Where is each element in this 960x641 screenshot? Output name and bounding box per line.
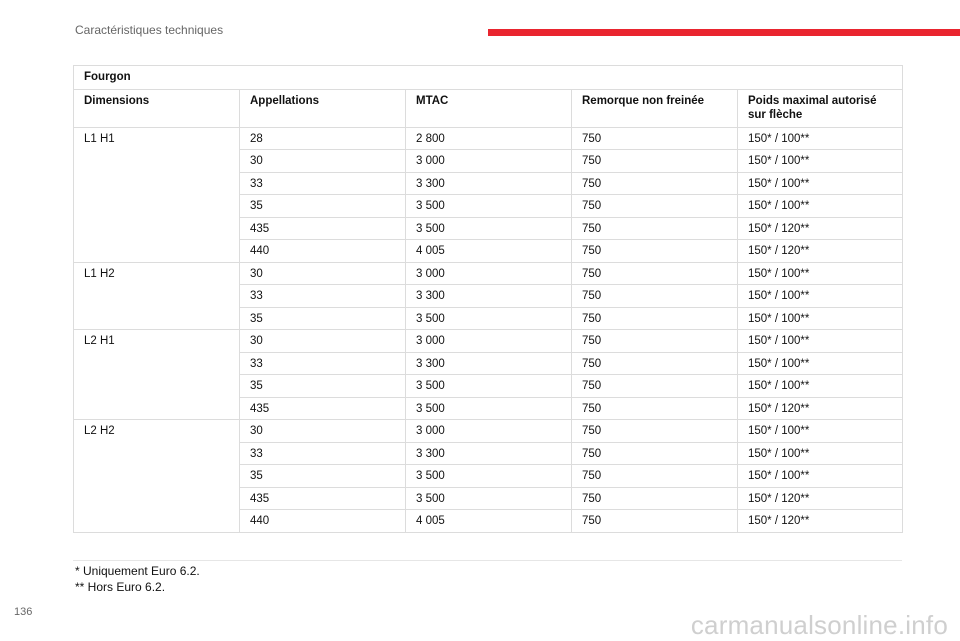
table-body: L1 H1 28 2 800 750 150* / 100** 30 3 000 750 150… [73,126,904,533]
page-number: 136 [14,606,33,618]
column-header: Remorque non freinée [571,88,738,128]
table-cell: 150* / 120** [736,239,904,263]
table-cell: 150* / 100** [736,464,904,488]
table-cell: 750 [571,216,738,240]
table-cell: 4 005 [405,509,572,533]
table-cell: 4 005 [405,239,572,263]
table-cell: 750 [571,261,738,285]
table-cell: 150* / 100** [736,194,904,218]
table-cell: 750 [571,194,738,218]
table-cell: 750 [571,441,738,465]
table-row: L2 H1 30 3 000 750 150* / 100** [73,329,904,420]
table-cell: 750 [571,464,738,488]
table-cell: 750 [571,306,738,330]
table-cell: 750 [571,396,738,420]
table-cell: 150* / 120** [736,486,904,510]
table-cell: 150* / 100** [736,419,904,443]
table-cell: 750 [571,126,738,150]
table-cell: 750 [571,171,738,195]
table-cell: 750 [571,284,738,308]
table-cell: 150* / 120** [736,396,904,420]
spec-table: Fourgon Dimensions Appellations MTAC Rem… [72,65,904,533]
table-cell: 33 [239,351,406,375]
table-cell: 750 [571,419,738,443]
column-header: Poids maximal autorisé sur flèche [736,88,904,128]
table-cell: 2 800 [405,126,572,150]
table-cell: 3 300 [405,351,572,375]
table-cell: 3 300 [405,284,572,308]
table-cell: 3 300 [405,171,572,195]
table-cell: 750 [571,149,738,173]
table-cell: 30 [239,149,406,173]
table-cell: 750 [571,351,738,375]
table-cell: 150* / 100** [736,171,904,195]
table-cell: 750 [571,239,738,263]
footnotes: * Uniquement Euro 6.2. ** Hors Euro 6.2. [75,564,200,595]
column-header: Dimensions [73,88,240,128]
dimension-cell: L2 H2 [73,419,240,533]
table-cell: 150* / 100** [736,329,904,353]
footnote: * Uniquement Euro 6.2. [75,564,200,578]
table-cell: 33 [239,284,406,308]
column-header: MTAC [405,88,572,128]
table-cell: 3 500 [405,194,572,218]
column-header: Appellations [239,88,406,128]
dimension-cell: L1 H1 [73,126,240,263]
table-cell: 30 [239,329,406,353]
table-cell: 435 [239,396,406,420]
table-cell: 150* / 100** [736,149,904,173]
table-cell: 150* / 100** [736,306,904,330]
table-cell: 33 [239,171,406,195]
table-cell: 3 500 [405,396,572,420]
dimension-cell: L2 H1 [73,329,240,420]
accent-bar [488,29,960,36]
section-title: Caractéristiques techniques [75,23,224,37]
table-title: Fourgon [72,65,904,90]
table-cell: 440 [239,509,406,533]
table-cell: 3 000 [405,261,572,285]
table-cell: 3 500 [405,486,572,510]
table-cell: 3 500 [405,306,572,330]
table-cell: 150* / 100** [736,261,904,285]
table-cell: 750 [571,374,738,398]
table-cell: 35 [239,464,406,488]
table-cell: 28 [239,126,406,150]
table-cell: 30 [239,419,406,443]
table-cell: 30 [239,261,406,285]
table-cell: 3 300 [405,441,572,465]
table-cell: 150* / 100** [736,441,904,465]
table-header-row: Dimensions Appellations MTAC Remorque no… [73,88,904,128]
table-cell: 435 [239,216,406,240]
table-cell: 3 500 [405,464,572,488]
table-cell: 150* / 100** [736,351,904,375]
table-cell: 35 [239,306,406,330]
table-cell: 150* / 120** [736,216,904,240]
table-cell: 3 000 [405,419,572,443]
table-cell: 3 000 [405,329,572,353]
table-cell: 3 500 [405,216,572,240]
table-cell: 3 500 [405,374,572,398]
table-cell: 750 [571,509,738,533]
table-cell: 440 [239,239,406,263]
dimension-cell: L1 H2 [73,261,240,330]
table-cell: 3 000 [405,149,572,173]
table-cell: 150* / 120** [736,509,904,533]
table-cell: 35 [239,194,406,218]
table-cell: 435 [239,486,406,510]
divider [73,560,902,561]
table-row: L2 H2 30 3 000 750 150* / 100** [73,419,904,533]
table-cell: 150* / 100** [736,126,904,150]
watermark: carmanualsonline.info [690,610,948,640]
table-cell: 35 [239,374,406,398]
table-cell: 33 [239,441,406,465]
table-cell: 150* / 100** [736,284,904,308]
table-row: L1 H1 28 2 800 750 150* / 100** [73,126,904,263]
table-row: L1 H2 30 3 000 750 150* / 100** [73,261,904,330]
table-cell: 150* / 100** [736,374,904,398]
footnote: ** Hors Euro 6.2. [75,579,166,594]
table-cell: 750 [571,486,738,510]
table-cell: 750 [571,329,738,353]
